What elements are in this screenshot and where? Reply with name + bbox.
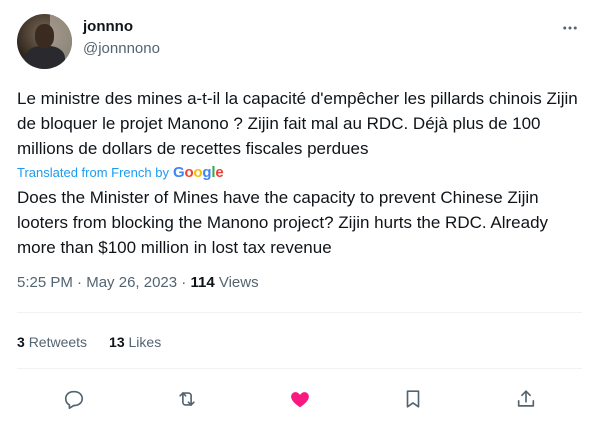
meta-separator: · (77, 274, 83, 291)
tweet-meta: 5:25 PM · May 26, 2023 · 114 Views (17, 274, 259, 291)
retweet-icon[interactable] (170, 384, 204, 414)
tweet-stats: 3 Retweets 13 Likes (17, 334, 161, 350)
tweet-date[interactable]: May 26, 2023 (86, 274, 177, 291)
more-options-icon[interactable] (558, 16, 582, 40)
author-names: jonnno @jonnnono (83, 17, 160, 59)
likes-count: 13 (109, 334, 125, 350)
translated-label: Translated from French by (17, 165, 169, 180)
likes-stat[interactable]: 13 Likes (109, 334, 161, 350)
bookmark-icon[interactable] (396, 384, 430, 414)
avatar[interactable] (17, 14, 72, 69)
reply-icon[interactable] (57, 384, 91, 414)
share-icon[interactable] (509, 384, 543, 414)
display-name[interactable]: jonnno (83, 17, 160, 37)
translated-text: Does the Minister of Mines have the capa… (17, 188, 549, 257)
likes-label: Likes (128, 334, 162, 350)
tweet-time[interactable]: 5:25 PM (17, 274, 73, 291)
handle[interactable]: @jonnnono (83, 39, 160, 59)
google-logo: Google (172, 164, 224, 181)
tweet-text: Le ministre des mines a-t-il la capacité… (17, 89, 578, 158)
retweets-label: Retweets (28, 334, 88, 350)
like-icon[interactable] (283, 384, 317, 414)
tweet-header: jonnno @jonnnono (17, 14, 582, 70)
views-count: 114 (190, 274, 215, 291)
meta-separator: · (181, 274, 187, 291)
divider (17, 368, 582, 369)
divider (17, 312, 582, 313)
action-bar (17, 384, 582, 414)
translation-attribution[interactable]: Translated from French by Google (17, 164, 224, 181)
retweets-count: 3 (17, 334, 25, 350)
retweets-stat[interactable]: 3 Retweets (17, 334, 87, 350)
views-label: Views (218, 274, 259, 291)
